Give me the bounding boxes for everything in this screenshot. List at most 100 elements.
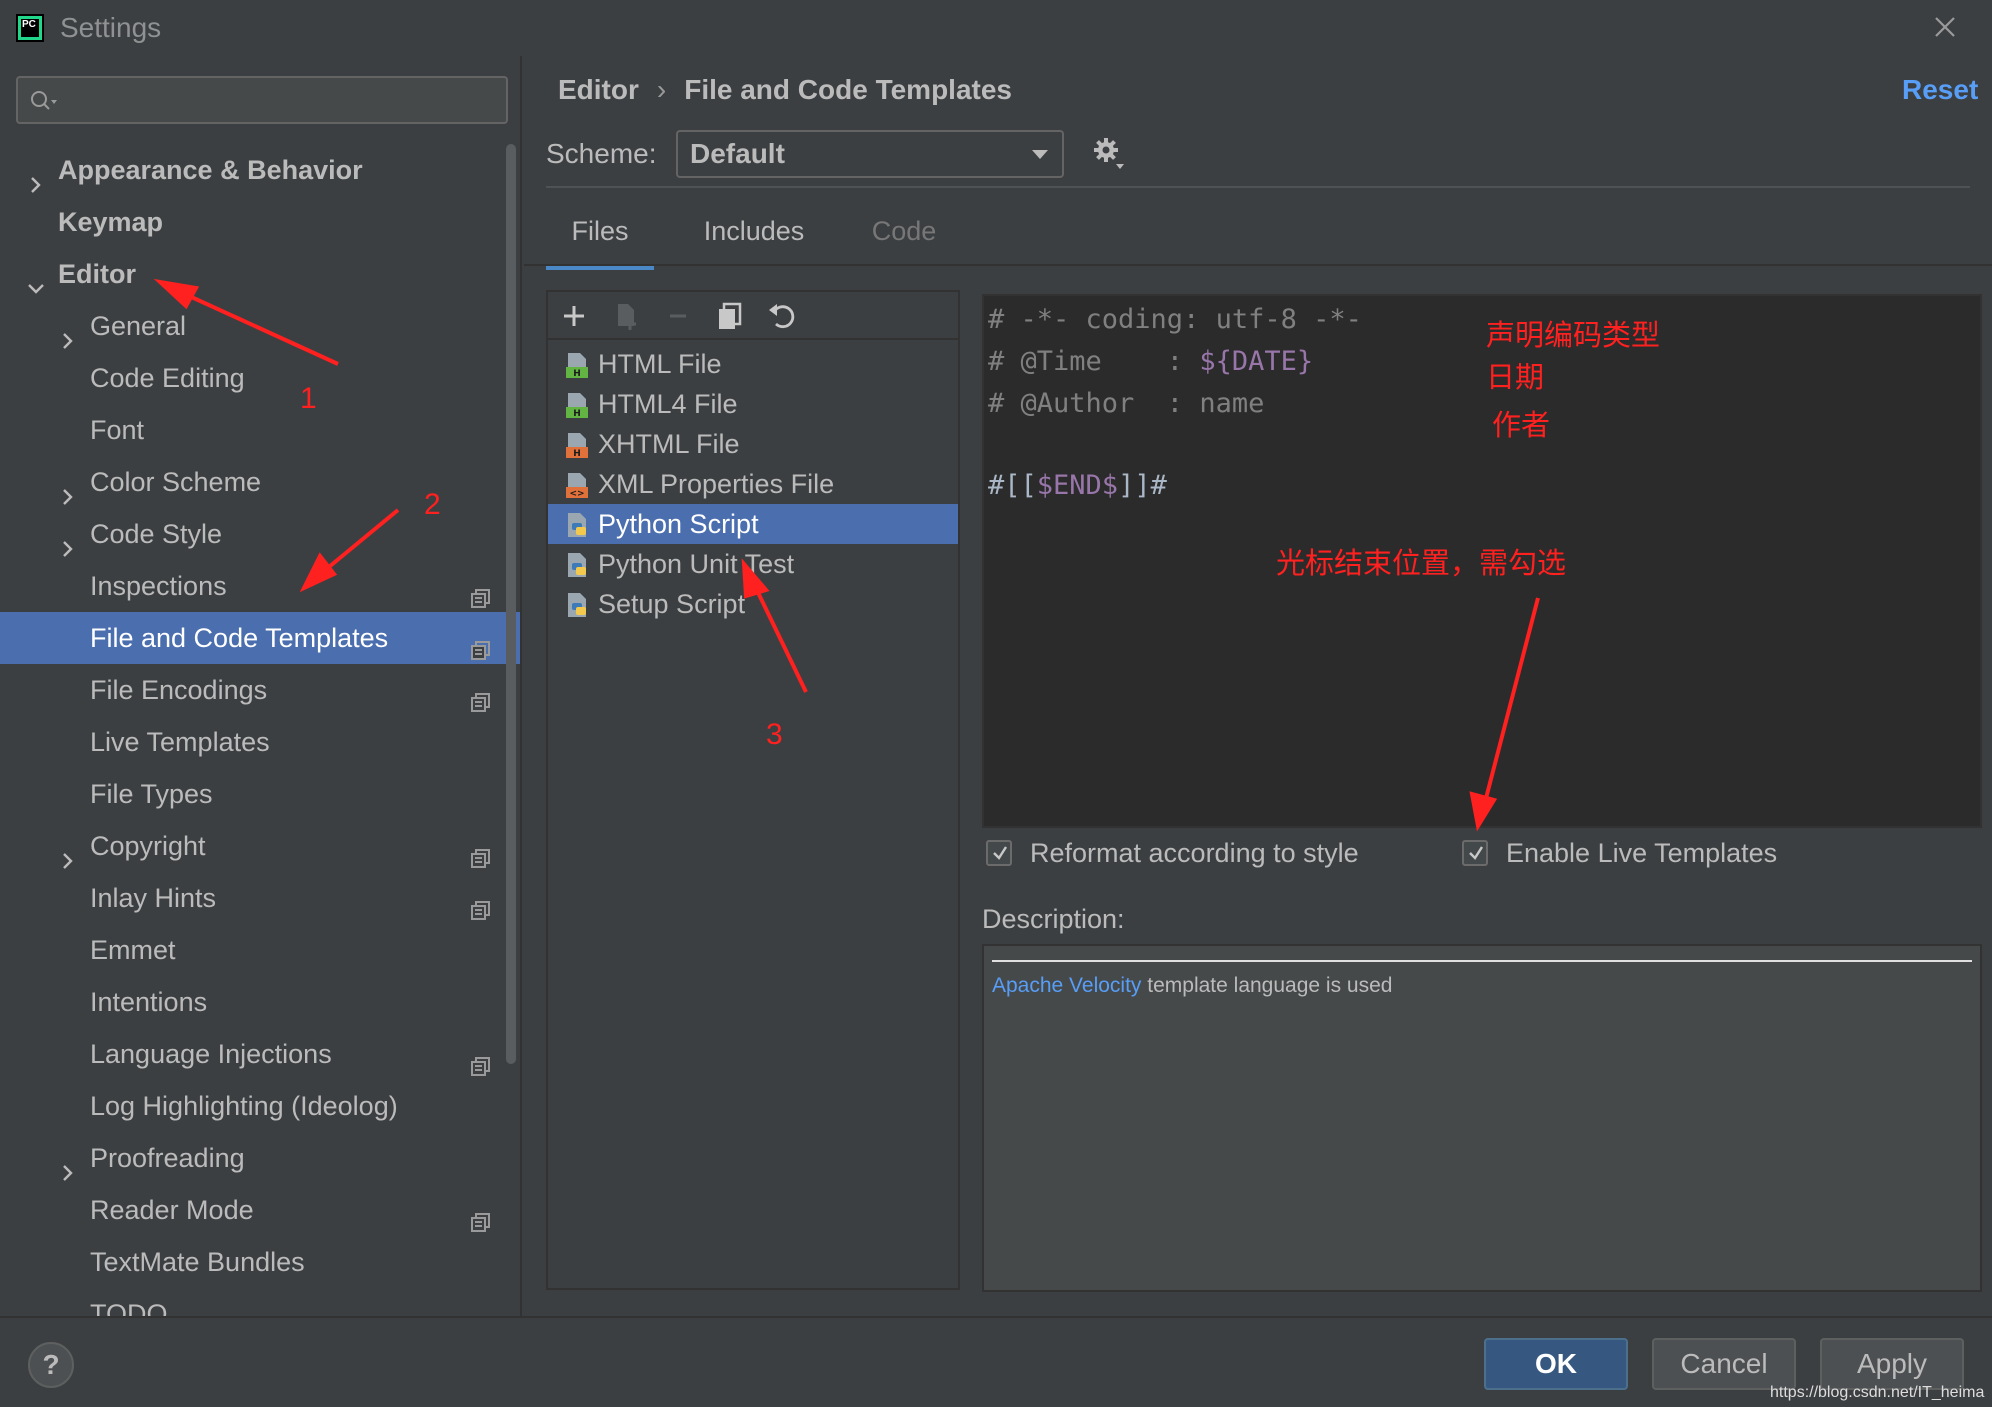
svg-text:<>: <>	[569, 489, 584, 499]
close-icon[interactable]	[1930, 12, 1960, 42]
project-scope-icon	[470, 679, 492, 712]
reformat-checkbox[interactable]: Reformat according to style	[986, 838, 1406, 874]
tab-includes[interactable]: Includes	[674, 216, 834, 270]
template-list-item[interactable]: H HTML File	[548, 344, 958, 384]
sidebar-item[interactable]: Reader Mode	[0, 1184, 520, 1236]
sidebar-item[interactable]: Appearance & Behavior	[0, 144, 520, 196]
sidebar-item-label: Code Editing	[90, 363, 245, 393]
check-icon	[1469, 846, 1484, 860]
template-list-item[interactable]: Python Unit Test	[548, 544, 958, 584]
apply-button[interactable]: Apply	[1820, 1338, 1964, 1390]
checkbox[interactable]	[986, 840, 1012, 866]
sidebar-item[interactable]: TextMate Bundles	[0, 1236, 520, 1288]
chevron-right-icon[interactable]	[58, 524, 78, 557]
xml-file-icon: <>	[564, 470, 592, 499]
sidebar-item[interactable]: Keymap	[0, 196, 520, 248]
chevron-right-icon[interactable]	[58, 472, 78, 505]
add-icon[interactable]	[558, 300, 590, 332]
annotation-author: 作者	[1492, 410, 1551, 442]
template-label: Setup Script	[598, 589, 746, 619]
tabs-divider	[524, 264, 1992, 266]
copy-icon[interactable]	[714, 300, 746, 332]
template-list-item[interactable]: Python Script	[548, 504, 958, 544]
project-scope-icon	[470, 627, 492, 660]
annotation-number-1: 1	[300, 382, 317, 415]
checkbox[interactable]	[1462, 840, 1488, 866]
sidebar-item-label: Proofreading	[90, 1143, 245, 1173]
annotation-encoding: 声明编码类型	[1486, 320, 1661, 352]
sidebar-item[interactable]: Inlay Hints	[0, 872, 520, 924]
sidebar-item-label: TODO	[90, 1299, 168, 1316]
annotation-date: 日期	[1486, 362, 1545, 394]
reformat-label: Reformat according to style	[1030, 838, 1359, 868]
sidebar-item-label: Intentions	[90, 987, 208, 1017]
annotation-number-3: 3	[766, 718, 783, 751]
template-list-item[interactable]: <> XML Properties File	[548, 464, 958, 504]
sidebar-item[interactable]: Code Editing	[0, 352, 520, 404]
chevron-right-icon[interactable]	[58, 1148, 78, 1181]
sidebar-item-label: Log Highlighting (Ideolog)	[90, 1091, 398, 1121]
template-list-item[interactable]: H XHTML File	[548, 424, 958, 464]
sidebar-item[interactable]: TODO	[0, 1288, 520, 1316]
sidebar-item[interactable]: Live Templates	[0, 716, 520, 768]
sidebar-item-label: Editor	[58, 259, 136, 289]
chevron-right-icon[interactable]	[58, 316, 78, 349]
help-button[interactable]: ?	[28, 1342, 74, 1388]
sidebar-item-label: TextMate Bundles	[90, 1247, 305, 1277]
sidebar-scrollbar[interactable]	[506, 144, 516, 1064]
sidebar-item-label: Copyright	[90, 831, 206, 861]
sidebar-item[interactable]: Language Injections	[0, 1028, 520, 1080]
sidebar-item[interactable]: File and Code Templates	[0, 612, 520, 664]
project-scope-icon	[470, 887, 492, 920]
check-icon	[993, 846, 1008, 860]
sidebar-item[interactable]: Log Highlighting (Ideolog)	[0, 1080, 520, 1132]
sidebar-item[interactable]: Emmet	[0, 924, 520, 976]
sidebar-item[interactable]: Font	[0, 404, 520, 456]
sidebar-item-label: Code Style	[90, 519, 223, 549]
gear-icon[interactable]	[1092, 136, 1126, 170]
apache-velocity-link[interactable]: Apache Velocity	[992, 974, 1141, 997]
sidebar-item[interactable]: Proofreading	[0, 1132, 520, 1184]
ok-button[interactable]: OK	[1484, 1338, 1628, 1390]
sidebar-item[interactable]: Color Scheme	[0, 456, 520, 508]
sidebar-item[interactable]: Intentions	[0, 976, 520, 1028]
code-text: #[[	[988, 470, 1037, 501]
svg-text:H: H	[573, 449, 581, 459]
live-templates-checkbox[interactable]: Enable Live Templates	[1462, 838, 1822, 874]
chevron-right-icon[interactable]	[26, 160, 46, 193]
sidebar-item[interactable]: Inspections	[0, 560, 520, 612]
annotation-number-2: 2	[424, 488, 441, 521]
scheme-select[interactable]: Default	[676, 130, 1064, 178]
reset-link[interactable]: Reset	[1902, 74, 1978, 106]
breadcrumb-editor[interactable]: Editor	[558, 74, 639, 105]
add-child-icon	[618, 304, 636, 330]
sidebar-item-label: General	[90, 311, 187, 341]
template-list-item[interactable]: Setup Script	[548, 584, 958, 624]
description-body: template language is used	[1141, 974, 1393, 997]
project-scope-icon	[470, 575, 492, 608]
code-line: # -*- coding: utf-8 -*-	[988, 304, 1362, 335]
sidebar-item-label: Inspections	[90, 571, 227, 601]
tab-files[interactable]: Files	[546, 216, 654, 270]
template-label: HTML4 File	[598, 389, 738, 419]
breadcrumb-separator: ›	[656, 74, 667, 105]
sidebar-item[interactable]: File Encodings	[0, 664, 520, 716]
template-label: Python Unit Test	[598, 549, 795, 579]
sidebar-item[interactable]: General	[0, 300, 520, 352]
sidebar-item-label: Live Templates	[90, 727, 270, 757]
template-list-item[interactable]: H HTML4 File	[548, 384, 958, 424]
chevron-down-icon[interactable]	[26, 264, 46, 294]
settings-search-input[interactable]	[16, 76, 508, 124]
tab-code: Code	[871, 216, 937, 246]
project-scope-icon	[470, 1043, 492, 1076]
sidebar-item[interactable]: File Types	[0, 768, 520, 820]
sidebar-item[interactable]: Copyright	[0, 820, 520, 872]
sidebar-item-label: Emmet	[90, 935, 176, 965]
settings-content: Editor › File and Code Templates Reset Sch…	[524, 56, 1992, 1316]
reset-icon[interactable]	[766, 300, 798, 332]
sidebar-item-label: File Encodings	[90, 675, 268, 705]
cancel-button[interactable]: Cancel	[1652, 1338, 1796, 1390]
chevron-right-icon[interactable]	[58, 836, 78, 869]
sidebar-item[interactable]: Code Style	[0, 508, 520, 560]
sidebar-item[interactable]: Editor	[0, 248, 520, 300]
